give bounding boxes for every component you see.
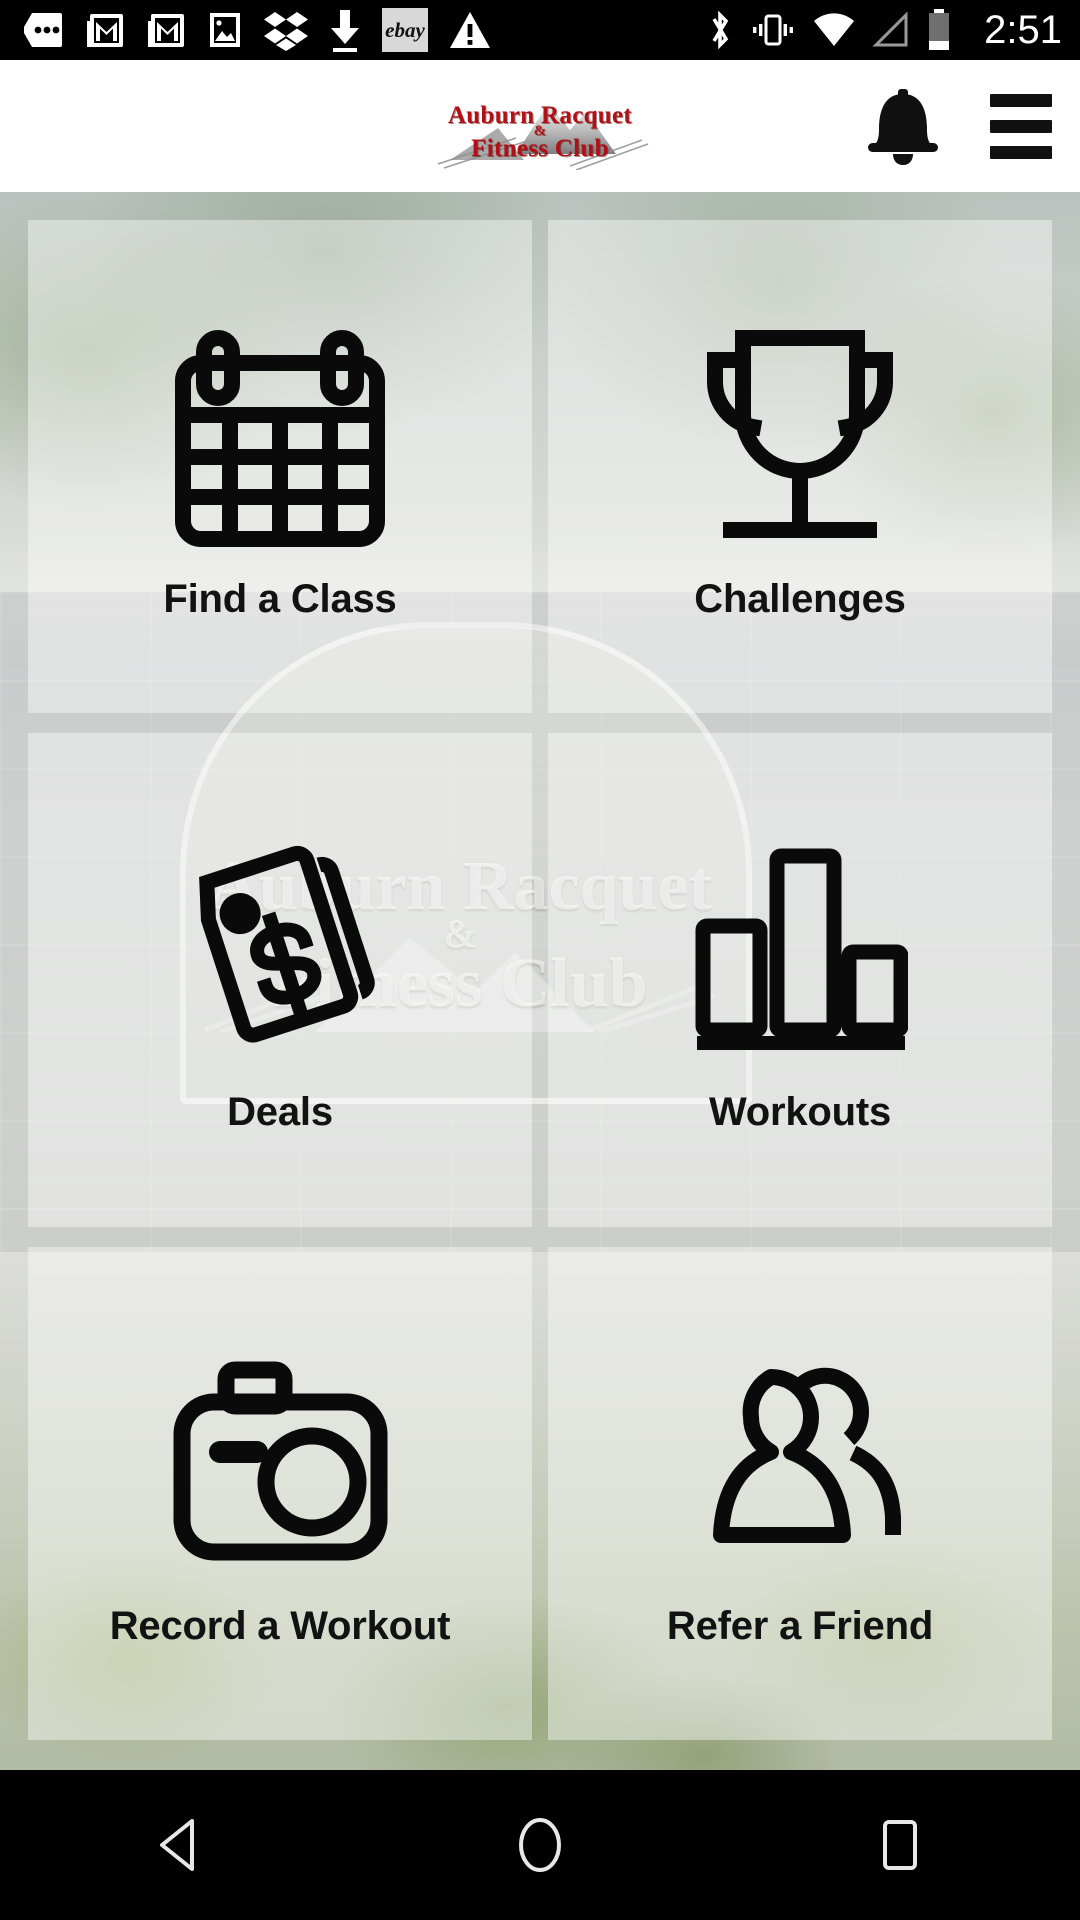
cell-signal-icon bbox=[872, 12, 908, 47]
android-navigation-bar bbox=[0, 1770, 1080, 1920]
status-bar-right-icons: 2:51 bbox=[706, 8, 1062, 52]
bluetooth-icon bbox=[712, 10, 729, 50]
tile-refer-a-friend[interactable]: Refer a Friend bbox=[548, 1246, 1052, 1740]
ebay-icon: ebay bbox=[382, 8, 428, 52]
tile-find-a-class[interactable]: Find a Class bbox=[28, 220, 532, 714]
warning-triangle-icon bbox=[450, 12, 490, 48]
tile-challenges[interactable]: Challenges bbox=[548, 220, 1052, 714]
bar-chart-icon bbox=[695, 848, 908, 1050]
nav-back-button[interactable] bbox=[80, 1770, 280, 1920]
calendar-icon bbox=[175, 330, 385, 548]
main-content-area: Auburn Racquet & Fitness Club Find a Cla… bbox=[0, 192, 1080, 1770]
nav-recents-button[interactable] bbox=[800, 1770, 1000, 1920]
tile-label: Record a Workout bbox=[109, 1603, 451, 1648]
brand-logo: Auburn Racquet & Fitness Club bbox=[420, 82, 660, 170]
tile-label: Find a Class bbox=[163, 577, 397, 622]
tile-icon-wrapper bbox=[693, 824, 908, 1074]
tile-label: Challenges bbox=[694, 577, 906, 622]
nav-home-button[interactable] bbox=[440, 1770, 640, 1920]
gmail-icon-2 bbox=[148, 14, 184, 47]
trophy-icon bbox=[707, 330, 893, 539]
tile-icon-wrapper bbox=[173, 824, 388, 1074]
back-triangle-icon bbox=[160, 1819, 194, 1871]
download-arrow-icon bbox=[331, 10, 359, 52]
phone-screen: ebay 2:51 Auburn Racquet & Fitness Club … bbox=[0, 0, 1080, 1920]
tile-icon-wrapper bbox=[693, 1338, 908, 1588]
bell-icon bbox=[868, 89, 938, 165]
tile-icon-wrapper bbox=[695, 311, 905, 561]
tile-label: Workouts bbox=[708, 1090, 892, 1135]
hamburger-menu-icon bbox=[990, 93, 1052, 107]
camera-icon bbox=[173, 1361, 387, 1561]
feature-tile-grid: Find a Class Challenges Deals Workouts R… bbox=[0, 192, 1080, 1770]
messages-dots-icon bbox=[24, 13, 62, 47]
home-circle-icon bbox=[519, 1818, 561, 1872]
recents-square-icon bbox=[883, 1820, 917, 1870]
battery-icon bbox=[929, 9, 950, 50]
status-bar-left-icons: ebay bbox=[22, 8, 491, 52]
app-header: Auburn Racquet & Fitness Club bbox=[0, 60, 1080, 192]
two-people-icon bbox=[712, 1367, 901, 1543]
hamburger-line-3 bbox=[990, 145, 1052, 159]
tile-deals[interactable]: Deals bbox=[28, 733, 532, 1227]
dropbox-icon bbox=[264, 12, 308, 51]
wifi-icon bbox=[814, 13, 855, 47]
tile-record-a-workout[interactable]: Record a Workout bbox=[28, 1246, 532, 1740]
tile-icon-wrapper bbox=[175, 311, 385, 561]
header-actions bbox=[844, 60, 1080, 192]
gmail-icon bbox=[87, 14, 123, 47]
notification-bell-button[interactable] bbox=[844, 60, 962, 192]
status-bar: ebay 2:51 bbox=[0, 0, 1080, 60]
tile-label: Deals bbox=[227, 1090, 333, 1135]
vibrate-icon bbox=[753, 14, 794, 46]
hamburger-line-2 bbox=[990, 119, 1052, 133]
photos-image-icon bbox=[210, 13, 240, 47]
tile-label: Refer a Friend bbox=[666, 1603, 934, 1648]
price-tag-dollar-icon bbox=[198, 845, 375, 1043]
hamburger-menu-button[interactable] bbox=[962, 60, 1080, 192]
status-clock: 2:51 bbox=[984, 8, 1062, 52]
logo-brand-line-2: Fitness Club bbox=[471, 135, 609, 162]
tile-workouts[interactable]: Workouts bbox=[548, 733, 1052, 1227]
tile-icon-wrapper bbox=[173, 1338, 388, 1588]
